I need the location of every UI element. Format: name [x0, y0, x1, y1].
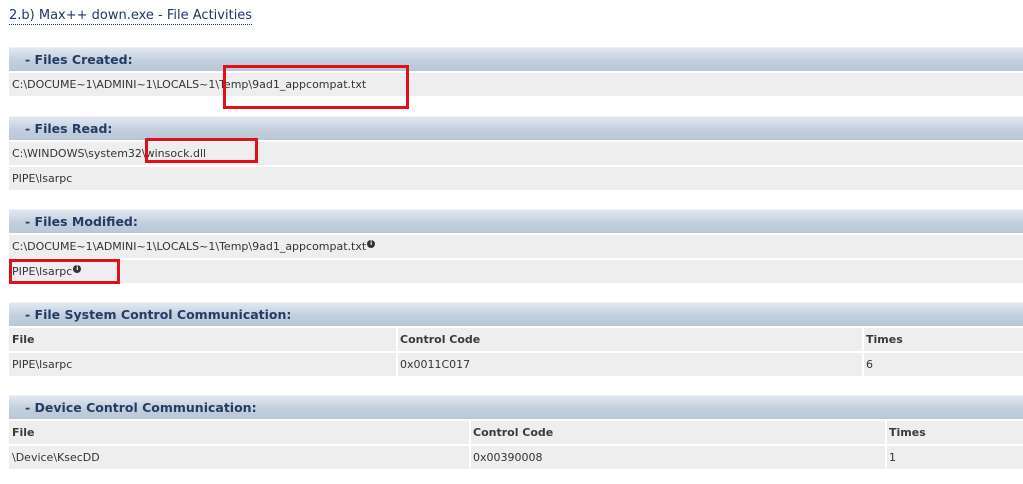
page-title: 2.b) Max++ down.exe - File Activities: [9, 8, 253, 25]
device-control-header[interactable]: - Device Control Communication:: [9, 395, 1023, 419]
info-icon[interactable]: i: [367, 240, 376, 248]
column-header-file[interactable]: File: [12, 421, 35, 444]
table-header-row: File Control Code Times: [9, 419, 1023, 444]
files-read-header[interactable]: - Files Read:: [9, 116, 1023, 140]
files-created-section: - Files Created: C:\DOCUME~1\ADMINI~1\LO…: [9, 47, 1023, 96]
column-divider: [469, 421, 471, 444]
cell-file: PIPE\lsarpc: [12, 358, 73, 371]
cell-control-code: 0x0011C017: [400, 358, 471, 371]
device-control-section: - Device Control Communication: File Con…: [9, 395, 1023, 469]
column-header-times[interactable]: Times: [889, 421, 926, 444]
cell-times: 1: [889, 451, 896, 464]
column-divider: [396, 328, 398, 351]
table-row: \Device\KsecDD 0x00390008 1: [9, 444, 1023, 469]
column-divider: [862, 353, 864, 376]
column-divider: [396, 353, 398, 376]
files-created-header[interactable]: - Files Created:: [9, 47, 1023, 71]
report-page: 2.b) Max++ down.exe - File Activities - …: [0, 0, 1023, 484]
column-divider: [885, 421, 887, 444]
column-divider: [469, 446, 471, 469]
files-modified-header[interactable]: - Files Modified:: [9, 209, 1023, 233]
file-path: C:\DOCUME~1\ADMINI~1\LOCALS~1\Temp\9ad1_…: [12, 240, 367, 253]
highlight-box-created-file: [223, 65, 409, 109]
file-path: PIPE\lsarpc: [12, 172, 73, 185]
column-header-control-code[interactable]: Control Code: [473, 421, 553, 444]
highlight-box-lsarpc: [9, 259, 120, 284]
list-item: C:\DOCUME~1\ADMINI~1\LOCALS~1\Temp\9ad1_…: [9, 71, 1023, 96]
column-divider: [885, 446, 887, 469]
cell-control-code: 0x00390008: [473, 451, 543, 464]
table-header-row: File Control Code Times: [9, 326, 1023, 351]
files-modified-section: - Files Modified: C:\DOCUME~1\ADMINI~1\L…: [9, 209, 1023, 283]
list-item: PIPE\lsarpc: [9, 165, 1023, 190]
cell-file: \Device\KsecDD: [12, 451, 100, 464]
table-row: PIPE\lsarpc 0x0011C017 6: [9, 351, 1023, 376]
column-header-times[interactable]: Times: [866, 328, 903, 351]
list-item: C:\DOCUME~1\ADMINI~1\LOCALS~1\Temp\9ad1_…: [9, 233, 1023, 258]
column-header-file[interactable]: File: [12, 328, 35, 351]
fs-control-header[interactable]: - File System Control Communication:: [9, 302, 1023, 326]
column-divider: [862, 328, 864, 351]
list-item: PIPE\lsarpc i: [9, 258, 1023, 283]
cell-times: 6: [866, 358, 873, 371]
column-header-control-code[interactable]: Control Code: [400, 328, 480, 351]
highlight-box-winsock: [145, 138, 258, 163]
fs-control-section: - File System Control Communication: Fil…: [9, 302, 1023, 376]
